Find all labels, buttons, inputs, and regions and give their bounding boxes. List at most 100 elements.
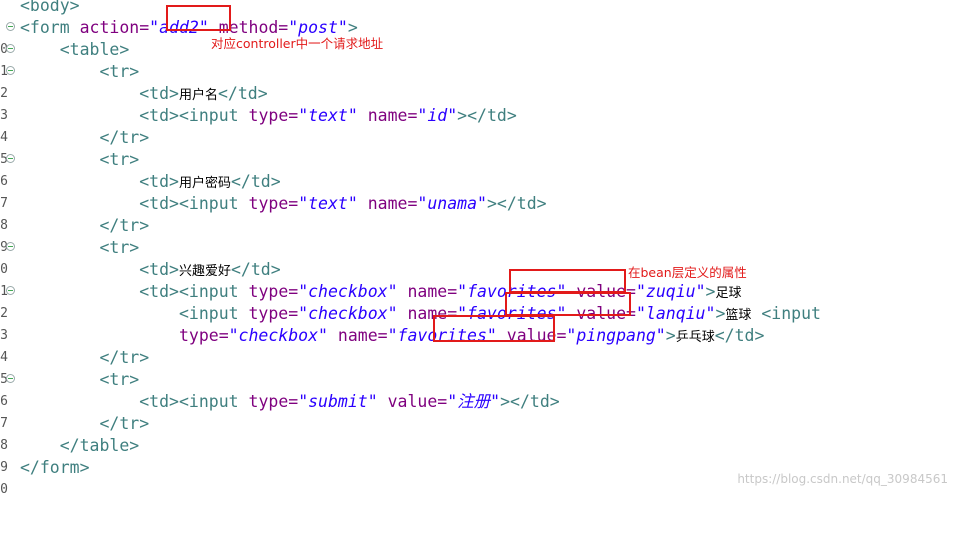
code-line: 4 <td><input type="text" name="id"></td> bbox=[0, 105, 956, 145]
tr-open-tag: <tr> bbox=[99, 62, 140, 81]
tr-open-tag: <tr> bbox=[99, 238, 140, 257]
action-attr: action= bbox=[79, 18, 150, 37]
type-value: "submit" bbox=[298, 392, 378, 411]
td-close-tag: ></td> bbox=[500, 392, 560, 411]
fold-toggle-icon[interactable] bbox=[6, 154, 15, 163]
gt: > bbox=[665, 326, 676, 345]
code-line: 0 <tr> bbox=[0, 237, 956, 277]
code-line: 8 <td><input type="text" name="unama"></… bbox=[0, 193, 956, 233]
input-open-tag: <input bbox=[178, 194, 239, 213]
code-line: 6 <tr> bbox=[0, 369, 956, 409]
name-value: "unama" bbox=[417, 194, 487, 213]
type-attr: type= bbox=[248, 304, 299, 323]
code-line: 7 <td><input type="submit" value="注册"></… bbox=[0, 391, 956, 431]
pingpang-text: 乒乓球 bbox=[675, 330, 715, 345]
fold-toggle-icon[interactable] bbox=[6, 374, 15, 383]
code-line: 9 </tr> bbox=[0, 215, 956, 255]
body-tag: <body> bbox=[20, 0, 80, 15]
td-close-tag: ></td> bbox=[457, 106, 517, 125]
input-open-tag: <input bbox=[178, 106, 239, 125]
highlight-favorites-box-2 bbox=[505, 292, 631, 316]
gt: > bbox=[715, 304, 726, 323]
code-line: 3 <td>用户名</td> bbox=[0, 83, 956, 123]
td-close-tag: </td> bbox=[230, 172, 281, 191]
highlight-action-box bbox=[166, 5, 231, 31]
type-attr: type= bbox=[178, 326, 229, 345]
type-attr: type= bbox=[248, 392, 299, 411]
value-value: "lanqiu" bbox=[635, 304, 716, 323]
type-value: "text" bbox=[298, 106, 358, 125]
type-value: "checkbox" bbox=[298, 304, 398, 323]
td-close-tag: </td> bbox=[230, 260, 281, 279]
form-open-tag: <form bbox=[20, 18, 70, 37]
td-close-tag: </td> bbox=[714, 326, 765, 345]
code-line: 5 </tr> bbox=[0, 127, 956, 167]
td-open-tag: <td> bbox=[139, 194, 179, 213]
input-open-tag: <input bbox=[178, 282, 239, 301]
watermark: https://blog.csdn.net/qq_30984561 bbox=[737, 472, 948, 486]
code-line: 2 <td><input type="checkbox" name="favor… bbox=[0, 281, 956, 321]
code-line: <body> bbox=[0, 0, 956, 17]
type-value: "checkbox" bbox=[298, 282, 398, 301]
zuqiu-text: 足球 bbox=[715, 286, 742, 301]
fold-toggle-icon[interactable] bbox=[6, 22, 15, 31]
name-attr: name= bbox=[367, 106, 418, 125]
code-line: 6 <tr> bbox=[0, 149, 956, 189]
gt: > bbox=[705, 282, 716, 301]
tr-close-tag: </tr> bbox=[99, 348, 150, 367]
name-attr: name= bbox=[367, 194, 418, 213]
code-line: 9 </table> bbox=[0, 435, 956, 475]
fold-toggle-icon[interactable] bbox=[6, 286, 15, 295]
td-open-tag: <td> bbox=[139, 282, 179, 301]
label-username: 用户名 bbox=[178, 88, 218, 103]
tr-open-tag: <tr> bbox=[99, 150, 140, 169]
value-value: "zuqiu" bbox=[635, 282, 706, 301]
highlight-favorites-box-3 bbox=[433, 315, 555, 342]
value-attr: value= bbox=[387, 392, 448, 411]
line-number: 0 bbox=[0, 482, 8, 497]
td-open-tag: <td> bbox=[139, 392, 179, 411]
code-editor[interactable]: <body> 0 <form action="add2" method="pos… bbox=[0, 0, 956, 497]
code-line: 8 </tr> bbox=[0, 413, 956, 453]
input-open-tag: <input bbox=[761, 304, 821, 323]
name-attr: name= bbox=[337, 326, 388, 345]
value-value: "注册" bbox=[447, 392, 501, 411]
type-value: "checkbox" bbox=[228, 326, 328, 345]
td-open-tag: <td> bbox=[139, 172, 179, 191]
code-line: 7 <td>用户密码</td> bbox=[0, 171, 956, 211]
code-line: 1 <td>兴趣爱好</td> bbox=[0, 259, 956, 299]
bean-annotation: 在bean层定义的属性 bbox=[628, 265, 747, 280]
label-hobby: 兴趣爱好 bbox=[178, 264, 231, 279]
fold-toggle-icon[interactable] bbox=[6, 44, 15, 53]
tr-open-tag: <tr> bbox=[99, 370, 140, 389]
table-open-tag: <table> bbox=[59, 40, 130, 59]
code-line: 2 <tr> bbox=[0, 61, 956, 101]
highlight-favorites-box-1 bbox=[509, 269, 626, 293]
form-close-tag: </form> bbox=[20, 458, 90, 477]
input-open-tag: <input bbox=[178, 392, 239, 411]
type-attr: type= bbox=[248, 194, 299, 213]
tr-close-tag: </tr> bbox=[99, 128, 150, 147]
td-close-tag: ></td> bbox=[486, 194, 547, 213]
code-line: 5 </tr> bbox=[0, 347, 956, 387]
label-password: 用户密码 bbox=[178, 176, 231, 191]
td-close-tag: </td> bbox=[217, 84, 268, 103]
td-open-tag: <td> bbox=[139, 106, 179, 125]
type-value: "text" bbox=[298, 194, 358, 213]
tr-close-tag: </tr> bbox=[99, 216, 150, 235]
input-open-tag: <input bbox=[178, 304, 239, 323]
value-value: "pingpang" bbox=[566, 326, 666, 345]
name-value: "id" bbox=[417, 106, 458, 125]
code-line: 0 <form action="add2" method="post"> bbox=[0, 17, 956, 57]
td-open-tag: <td> bbox=[139, 260, 179, 279]
fold-toggle-icon[interactable] bbox=[6, 66, 15, 75]
type-attr: type= bbox=[248, 106, 299, 125]
table-close-tag: </table> bbox=[59, 436, 140, 455]
lanqiu-text: 篮球 bbox=[725, 308, 752, 323]
fold-toggle-icon[interactable] bbox=[6, 242, 15, 251]
td-open-tag: <td> bbox=[139, 84, 179, 103]
name-attr: name= bbox=[407, 282, 458, 301]
tr-close-tag: </tr> bbox=[99, 414, 150, 433]
type-attr: type= bbox=[248, 282, 299, 301]
code-line: 1 <table> bbox=[0, 39, 956, 79]
